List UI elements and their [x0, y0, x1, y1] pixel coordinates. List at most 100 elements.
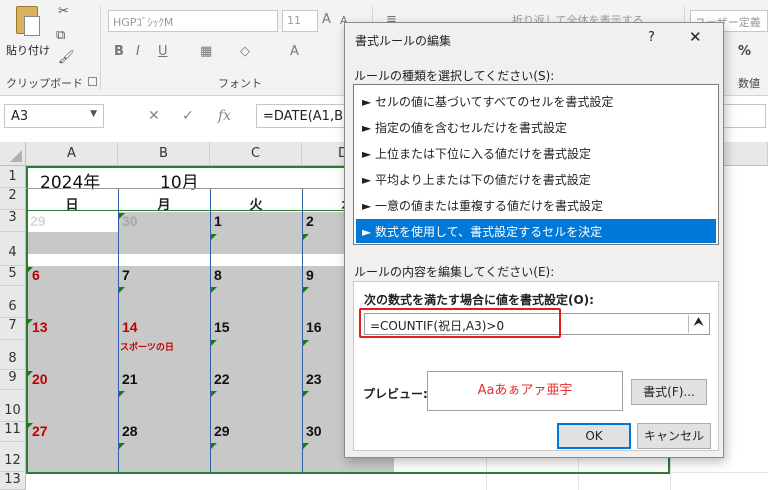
rule-type-item-selected[interactable]: ► 数式を使用して、書式設定するセルを決定 [356, 219, 716, 243]
clipboard-group-label: クリップボード [6, 77, 83, 90]
cut-icon[interactable]: ✂ [58, 4, 69, 19]
rule-type-item[interactable]: ► 平均より上または下の値だけを書式設定 [356, 167, 716, 191]
clipboard-launcher-icon[interactable] [88, 77, 97, 86]
title-underline [26, 188, 394, 189]
font-color-button[interactable]: A [290, 44, 299, 59]
paste-label: 貼り付け [6, 44, 50, 57]
italic-button[interactable]: I [136, 44, 140, 59]
row-header-6[interactable]: 6 [0, 286, 26, 318]
highlight-box [359, 308, 561, 338]
error-indicator-icon [211, 340, 217, 346]
copy-icon[interactable]: ⧉ [56, 28, 65, 43]
day-cell: 29 [214, 423, 230, 439]
row-header-3[interactable]: 3 [0, 210, 26, 232]
day-cell: 14 [122, 319, 138, 335]
holiday-label: スポーツの日 [120, 343, 174, 353]
row-header-8[interactable]: 8 [0, 340, 26, 370]
rule-type-label: ルールの種類を選択してください(S): [354, 69, 555, 83]
rule-type-item[interactable]: ► 一意の値または重複する値だけを書式設定 [356, 193, 716, 217]
error-indicator-icon [119, 213, 125, 219]
row-header-10[interactable]: 10 [0, 390, 26, 422]
error-indicator-icon [119, 287, 125, 293]
enter-icon[interactable]: ✓ [182, 108, 194, 124]
error-indicator-icon [303, 287, 309, 293]
column-header-b[interactable]: B [118, 142, 210, 166]
month-cell: 10月 [160, 173, 199, 193]
day-cell: 21 [122, 371, 138, 387]
rule-edit-label: ルールの内容を編集してください(E): [354, 265, 555, 279]
format-button[interactable]: 書式(F)... [631, 379, 707, 405]
error-indicator-icon [27, 371, 33, 377]
gridline [670, 458, 671, 490]
separator [100, 6, 101, 90]
help-button[interactable]: ? [648, 30, 655, 45]
rule-type-item[interactable]: ► セルの値に基づいてすべてのセルを書式設定 [356, 89, 716, 113]
select-all-corner[interactable] [0, 142, 26, 166]
insert-function-icon[interactable]: fx [218, 108, 231, 124]
row-header-9[interactable]: 9 [0, 370, 26, 390]
ok-button[interactable]: OK [557, 423, 631, 449]
bold-button[interactable]: B [114, 44, 124, 59]
day-cell: 29 [30, 213, 46, 229]
font-group-label: フォント [218, 77, 262, 90]
error-indicator-icon [211, 234, 217, 240]
column-header-a[interactable]: A [26, 142, 118, 166]
number-group-label: 数値 [738, 77, 760, 90]
error-indicator-icon [303, 443, 309, 449]
row-header-11[interactable]: 11 [0, 422, 26, 442]
fill-color-icon[interactable]: ◇ [240, 44, 250, 59]
row-header-13[interactable]: 13 [0, 472, 26, 490]
edit-format-rule-dialog: 書式ルールの編集 ? ✕ ルールの種類を選択してください(S): ► セルの値に… [344, 22, 724, 458]
rule-type-item[interactable]: ► 指定の値を含むセルだけを書式設定 [356, 115, 716, 139]
row-header-2[interactable]: 2 [0, 188, 26, 210]
grow-font-button[interactable]: A [322, 12, 331, 27]
weekday-sun: 日 [65, 198, 79, 213]
day-cell: 6 [32, 267, 40, 283]
close-icon[interactable]: ✕ [689, 28, 702, 46]
font-name-select[interactable]: HGPｺﾞｼｯｸM [108, 10, 278, 32]
rule-type-list[interactable]: ► セルの値に基づいてすべてのセルを書式設定 ► 指定の値を含むセルだけを書式設… [353, 84, 719, 245]
day-cell: 16 [306, 319, 322, 335]
font-size-select[interactable]: 11 [282, 10, 318, 32]
day-cell: 8 [214, 267, 222, 283]
error-indicator-icon [27, 267, 33, 273]
name-box[interactable]: A3 ▼ [4, 104, 104, 128]
cancel-icon[interactable]: ✕ [148, 108, 160, 124]
day-cell: 1 [214, 213, 222, 229]
cancel-button[interactable]: キャンセル [637, 423, 711, 449]
weekday-mon: 月 [157, 198, 171, 213]
percent-button[interactable]: % [738, 44, 751, 59]
collapse-dialog-icon[interactable]: ⮝ [688, 315, 708, 333]
paper-icon [24, 16, 40, 36]
year-cell: 2024年 [40, 173, 101, 193]
row-header-4[interactable]: 4 [0, 232, 26, 266]
paste-button[interactable]: 貼り付け [4, 4, 54, 64]
row-header-5[interactable]: 5 [0, 266, 26, 286]
error-indicator-icon [211, 287, 217, 293]
weekday-tue: 火 [249, 198, 263, 213]
row-header-12[interactable]: 12 [0, 442, 26, 472]
format-painter-icon[interactable]: 🖌 [58, 50, 75, 65]
column-header-c[interactable]: C [210, 142, 302, 166]
day-cell: 9 [306, 267, 314, 283]
error-indicator-icon [211, 443, 217, 449]
row-header-1[interactable]: 1 [0, 166, 26, 188]
error-indicator-icon [211, 391, 217, 397]
day-cell: 7 [122, 267, 130, 283]
day-cell: 15 [214, 319, 230, 335]
error-indicator-icon [303, 234, 309, 240]
day-cell: 30 [306, 423, 322, 439]
border-icon[interactable]: ▦ [200, 44, 212, 59]
name-box-value: A3 [11, 109, 29, 124]
formula-heading: 次の数式を満たす場合に値を書式設定(O): [364, 293, 594, 307]
chevron-down-icon[interactable]: ▼ [90, 109, 97, 119]
error-indicator-icon [27, 423, 33, 429]
preview-box: Aaあぁアァ亜宇 [427, 371, 623, 411]
day-cell: 2 [306, 213, 314, 229]
error-indicator-icon [119, 391, 125, 397]
rule-type-item[interactable]: ► 上位または下位に入る値だけを書式設定 [356, 141, 716, 165]
underline-button[interactable]: U [158, 44, 168, 59]
day-cell: 20 [32, 371, 48, 387]
day-cell: 27 [32, 423, 48, 439]
row-header-7[interactable]: 7 [0, 318, 26, 340]
